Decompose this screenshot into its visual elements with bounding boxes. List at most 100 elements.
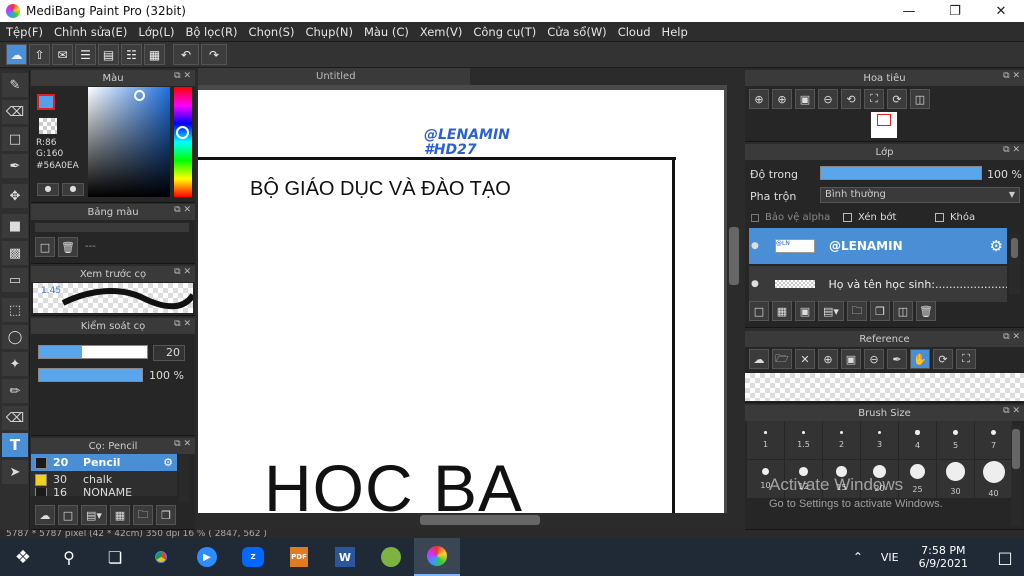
cloud-upload-icon[interactable]: ☁ [749,349,769,369]
menu-select[interactable]: Chọn(S) [243,25,300,39]
zoom-out-icon[interactable]: ⊖ [864,349,884,369]
maximize-button[interactable]: ❐ [932,0,978,22]
brush-size-option[interactable]: 7 [975,421,1012,459]
chevron-up-icon[interactable]: ⌃ [845,538,871,576]
canvas-horizontal-scrollbar[interactable] [198,513,728,527]
panel-float-close-icon[interactable]: ⧉ ✕ [1003,71,1020,81]
brush-size-option[interactable]: 2 [823,421,860,459]
add-layer-dropdown-icon[interactable]: ▤▾ [818,301,844,321]
zoom-in-icon[interactable]: ⊕ [818,349,838,369]
select-eraser-tool-icon[interactable]: ⌫ [2,406,28,430]
brush-item[interactable]: 16 NONAME [31,488,177,496]
fullscreen-icon[interactable]: ⛶ [956,349,976,369]
panel-float-close-icon[interactable]: ⧉ ✕ [1003,145,1020,155]
brush-item[interactable]: 20 Pencil ⚙ [31,454,177,471]
color-picker-handle[interactable] [134,90,145,101]
notification-icon[interactable]: □ [986,538,1024,576]
folder-icon[interactable]: 🗀 [133,505,153,525]
brush-size-option[interactable]: 40 [975,460,1012,498]
horizontal-scroll-thumb[interactable] [420,515,540,525]
cloud-icon[interactable]: ☁ [6,44,27,65]
brush-size-slider[interactable] [38,345,148,359]
menu-color[interactable]: Màu (C) [358,25,414,39]
select-pen-tool-icon[interactable]: ✏ [2,379,28,403]
open-folder-icon[interactable]: 🗁 [772,349,792,369]
layer-opacity-slider[interactable] [820,166,982,180]
input-language[interactable]: VIE [881,551,899,564]
panel-float-close-icon[interactable]: ⧉ ✕ [174,439,191,449]
eyedropper-button[interactable]: ● [37,183,59,196]
menu-window[interactable]: Cửa sổ(W) [541,25,611,39]
cloud-brush-icon[interactable]: ☁ [35,505,55,525]
eyedropper-icon[interactable]: ✒ [887,349,907,369]
gradient-tool-icon[interactable]: ▭ [2,268,28,292]
reference-canvas[interactable] [745,373,1024,401]
zoom-out-icon[interactable]: ⊖ [818,89,838,109]
menu-tools[interactable]: Công cụ(T) [467,25,541,39]
gear-icon[interactable]: ⚙ [163,456,173,469]
transparent-color-swatch[interactable] [39,118,57,134]
layer-row[interactable]: ● @LN @LENAMIN ⚙ [749,228,1007,264]
magic-wand-tool-icon[interactable]: ✦ [2,352,28,376]
brush-size-option[interactable]: 1 [747,421,784,459]
close-button[interactable]: ✕ [978,0,1024,22]
visibility-eye-icon[interactable]: ● [751,241,765,251]
task-view-icon[interactable]: ❏ [92,538,138,576]
brush-size-option[interactable]: 1.5 [785,421,822,459]
brush-opacity-slider[interactable] [38,368,143,382]
fill-rect-tool-icon[interactable]: ■ [2,214,28,238]
fullscreen-icon[interactable]: ⛶ [864,89,884,109]
panel-float-close-icon[interactable]: ⧉ ✕ [174,319,191,329]
duplicate-brush-icon[interactable]: ❐ [156,505,176,525]
brush-size-option[interactable]: 4 [899,421,936,459]
medibang-taskbar-icon[interactable] [414,538,460,576]
new-layer-icon[interactable]: □ [749,301,769,321]
menu-help[interactable]: Help [656,25,693,39]
bucket-tool-icon[interactable]: ▩ [2,241,28,265]
grid-icon[interactable]: ▦ [144,44,165,65]
brush-list-scrollbar[interactable] [179,455,189,501]
operation-tool-icon[interactable]: ➤ [2,460,28,484]
delete-palette-icon[interactable]: 🗑 [58,237,78,257]
menu-filter[interactable]: Bộ lọc(R) [179,25,242,39]
brush-size-scrollbar[interactable] [1011,425,1021,525]
delete-layer-icon[interactable]: 🗑 [916,301,936,321]
brush-item[interactable]: 30 chalk [31,471,177,488]
menu-edit[interactable]: Chỉnh sửa(E) [48,25,132,39]
fit-icon[interactable]: ▣ [841,349,861,369]
eraser-tool-icon[interactable]: ⌫ [2,100,28,124]
zoom-icon[interactable]: ▶ [184,538,230,576]
hue-slider-handle[interactable] [176,126,189,139]
lasso-tool-icon[interactable]: ◯ [2,325,28,349]
layer-row[interactable]: ● Họ và tên học sinh:...................… [749,266,1007,302]
panel-float-close-icon[interactable]: ⧉ ✕ [174,71,191,81]
vertical-scroll-thumb[interactable] [729,227,739,285]
tab-untitled[interactable]: Untitled [198,68,470,85]
brush-size-value[interactable]: 20 [153,345,185,361]
pen-tool-icon[interactable]: ✒ [2,154,28,178]
menu-layer[interactable]: Lớp(L) [132,25,179,39]
fit-icon[interactable]: ▣ [795,89,815,109]
comment-icon[interactable]: ✉ [52,44,73,65]
protect-alpha-checkbox[interactable]: Bảo vệ alpha [751,212,830,223]
brush-size-option[interactable]: 3 [861,421,898,459]
panel-float-close-icon[interactable]: ⧉ ✕ [174,205,191,215]
zoom-in-plus-icon[interactable]: ⊕ [772,89,792,109]
new-layer-1bit-icon[interactable]: ▣ [795,301,815,321]
minimize-button[interactable]: — [886,0,932,22]
brush-settings-icon[interactable]: ▦ [110,505,130,525]
list-icon[interactable]: ☷ [121,44,142,65]
brush-tool-icon[interactable]: ✎ [2,73,28,97]
visibility-eye-icon[interactable]: ● [751,279,765,289]
move-tool-icon[interactable]: ✥ [2,184,28,208]
zoom-in-icon[interactable]: ⊕ [749,89,769,109]
duplicate-layer-icon[interactable]: ❐ [870,301,890,321]
merge-layer-icon[interactable]: ◫ [893,301,913,321]
chat-icon[interactable]: ☰ [75,44,96,65]
blend-mode-select[interactable]: Bình thường ▼ [820,187,1020,203]
zalo-icon[interactable]: Z [230,538,276,576]
flip-icon[interactable]: ◫ [910,89,930,109]
navigator-viewport-box[interactable] [877,114,891,126]
chrome-icon[interactable] [138,538,184,576]
undo-icon[interactable]: ↶ [173,44,199,65]
